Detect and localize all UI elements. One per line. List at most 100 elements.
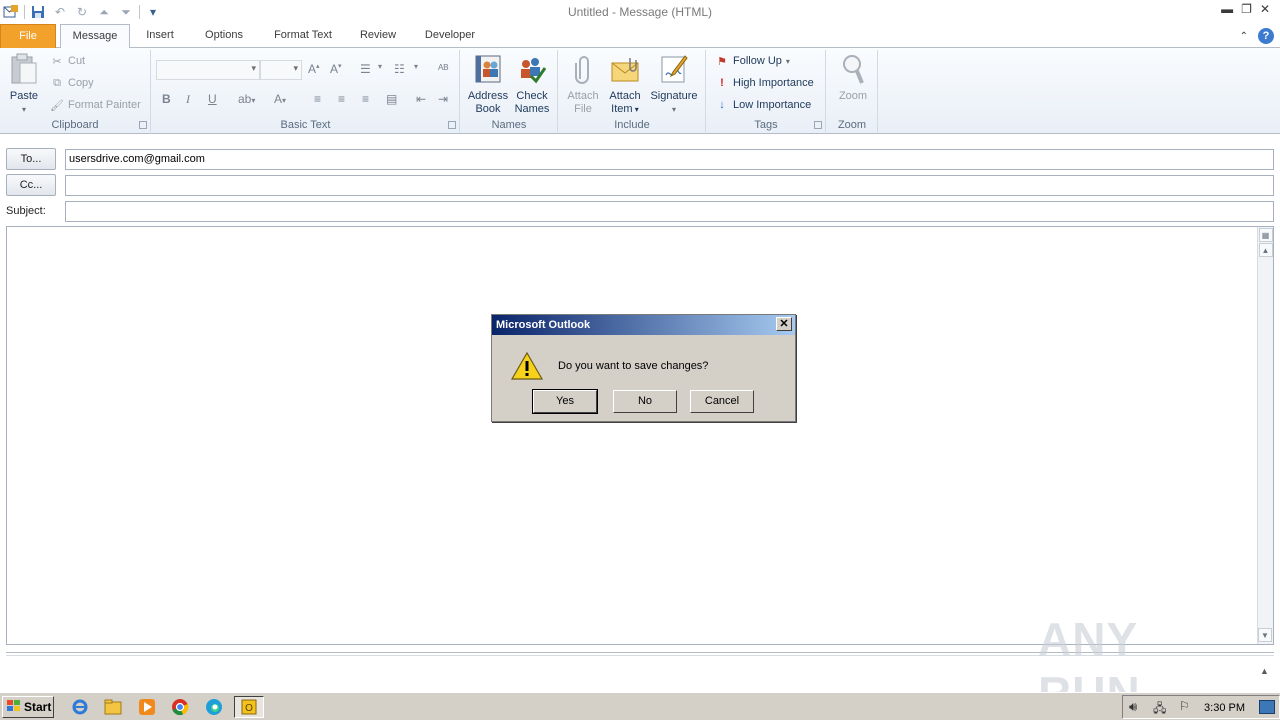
subject-field[interactable] [65, 201, 1274, 222]
bullets-dropdown-icon[interactable]: ▾ [378, 62, 382, 71]
cut-button[interactable]: ✂ Cut [50, 54, 85, 68]
align-center-icon[interactable]: ≡ [338, 92, 345, 106]
attach-item-button[interactable]: Attach Item ▾ [605, 52, 645, 116]
grow-font-icon[interactable]: A▴ [308, 62, 320, 76]
clear-formatting-icon[interactable]: ᴬᴮ [438, 62, 448, 76]
bullets-icon[interactable]: ☰ [360, 62, 371, 76]
window-controls: ▬ ❐ ✕ [1221, 2, 1270, 16]
brush-icon: 🖌 [50, 99, 64, 112]
outlook-taskbar-button[interactable]: O [234, 696, 264, 718]
names-group: Address Book Check Names Names [461, 50, 558, 132]
low-importance-button[interactable]: ↓ Low Importance [715, 98, 811, 112]
zoom-label: Zoom [838, 90, 868, 102]
basic-text-dialog-launcher-icon[interactable] [448, 121, 456, 129]
tab-message[interactable]: Message [60, 24, 130, 49]
clipboard-dialog-launcher-icon[interactable] [139, 121, 147, 129]
tab-review[interactable]: Review [352, 24, 404, 48]
close-icon[interactable]: ✕ [1260, 2, 1270, 16]
cc-button[interactable]: Cc... [6, 174, 56, 196]
tab-developer[interactable]: Developer [416, 24, 484, 48]
edge-icon[interactable] [204, 697, 224, 717]
basic-text-group-label: Basic Text [280, 119, 331, 131]
tab-insert[interactable]: Insert [136, 24, 184, 48]
cc-field[interactable] [65, 175, 1274, 196]
follow-up-dropdown-icon: ▾ [785, 56, 790, 66]
tab-file[interactable]: File [0, 24, 56, 48]
minimize-ribbon-icon[interactable]: ⌃ [1240, 31, 1248, 42]
increase-indent-icon[interactable]: ⇥ [438, 92, 448, 106]
warning-icon [510, 351, 544, 381]
dialog-close-icon[interactable]: ✕ [776, 317, 792, 331]
numbering-dropdown-icon[interactable]: ▾ [414, 62, 418, 71]
address-book-button[interactable]: Address Book [465, 52, 511, 116]
file-explorer-icon[interactable] [103, 697, 123, 717]
high-importance-button[interactable]: ! High Importance [715, 76, 814, 90]
numbering-icon[interactable]: ☷ [394, 62, 405, 76]
scissors-icon: ✂ [52, 55, 62, 68]
media-player-icon[interactable] [137, 697, 157, 717]
address-book-icon [472, 52, 504, 86]
ribbon-tabs: File Message Insert Options Format Text … [0, 24, 1280, 49]
cancel-button[interactable]: Cancel [690, 390, 754, 413]
network-icon[interactable]: 🖧 [1153, 699, 1166, 720]
start-label: Start [24, 700, 52, 714]
start-button[interactable]: Start [2, 696, 54, 718]
align-right-icon[interactable]: ≡ [362, 92, 369, 106]
action-center-flag-icon[interactable]: ⚐ [1179, 699, 1190, 713]
tab-format-text[interactable]: Format Text [264, 24, 342, 48]
tab-options[interactable]: Options [196, 24, 252, 48]
ribbon: Paste ▾ ✂ Cut ⧉ Copy 🖌 Format Painter Cl… [0, 48, 1280, 134]
italic-icon[interactable]: I [186, 92, 190, 107]
underline-icon[interactable]: U [208, 92, 217, 106]
signature-icon [658, 52, 690, 86]
restore-icon[interactable]: ❐ [1241, 2, 1252, 16]
scroll-up-icon[interactable]: ▲ [1258, 243, 1273, 257]
tags-dialog-launcher-icon[interactable] [814, 121, 822, 129]
check-names-icon [516, 52, 548, 86]
no-button[interactable]: No [613, 390, 677, 413]
follow-up-button[interactable]: ⚑ Follow Up ▾ [715, 54, 790, 68]
highlight-icon[interactable]: ab▾ [238, 92, 255, 106]
font-color-icon[interactable]: A▾ [274, 92, 286, 106]
check-names-button[interactable]: Check Names [511, 52, 553, 116]
windows-logo-icon [6, 699, 22, 716]
clock: 3:30 PM [1204, 702, 1245, 714]
anyrun-watermark: ANY RUN [1038, 613, 1140, 719]
paste-label: Paste [9, 90, 39, 102]
vertical-scrollbar[interactable]: ▦ ▲ ▼ [1257, 227, 1273, 644]
show-desktop-icon[interactable] [1259, 700, 1275, 714]
svg-text:O: O [245, 703, 253, 714]
minimize-icon[interactable]: ▬ [1221, 2, 1233, 16]
volume-icon[interactable]: 🔊︎ [1129, 699, 1137, 715]
message-body-editor[interactable]: ▦ ▲ ▼ [6, 226, 1274, 645]
zoom-button[interactable]: Zoom [833, 52, 873, 103]
copy-button[interactable]: ⧉ Copy [50, 76, 94, 90]
attach-item-dropdown-icon: ▾ [632, 105, 639, 114]
chrome-icon[interactable] [170, 697, 190, 717]
font-size-select[interactable] [260, 60, 302, 80]
signature-button[interactable]: Signature ▾ [647, 52, 701, 116]
basic-text-group: A▴ A▾ ☰ ▾ ☷ ▾ ᴬᴮ B I U ab▾ A▾ ≡ ≡ ≡ ▤ ⇤ … [152, 50, 460, 132]
format-painter-button[interactable]: 🖌 Format Painter [50, 98, 141, 112]
dialog-title-bar: Microsoft Outlook ✕ [492, 315, 795, 335]
internet-explorer-icon[interactable] [70, 697, 90, 717]
attach-file-button[interactable]: Attach File [563, 52, 603, 116]
to-field[interactable]: usersdrive.com@gmail.com [65, 149, 1274, 170]
decrease-indent-icon[interactable]: ⇤ [416, 92, 426, 106]
attach-item-envelope-icon [609, 52, 641, 86]
scroll-down-icon[interactable]: ▼ [1258, 628, 1272, 642]
help-icon[interactable]: ? [1258, 28, 1274, 44]
copy-icon: ⧉ [53, 76, 61, 89]
bold-icon[interactable]: B [162, 92, 171, 106]
ruler-toggle-icon[interactable]: ▦ [1258, 228, 1273, 242]
paste-button[interactable]: Paste ▾ [6, 52, 42, 116]
justify-icon[interactable]: ▤ [386, 92, 397, 106]
align-left-icon[interactable]: ≡ [314, 92, 321, 106]
yes-button[interactable]: Yes [532, 389, 598, 414]
to-button[interactable]: To... [6, 148, 56, 170]
expand-people-pane-icon[interactable]: ▲ [1260, 666, 1269, 676]
font-family-select[interactable] [156, 60, 260, 80]
shrink-font-icon[interactable]: A▾ [330, 62, 342, 76]
follow-up-label: Follow Up [733, 55, 782, 67]
low-importance-label: Low Importance [733, 99, 812, 111]
